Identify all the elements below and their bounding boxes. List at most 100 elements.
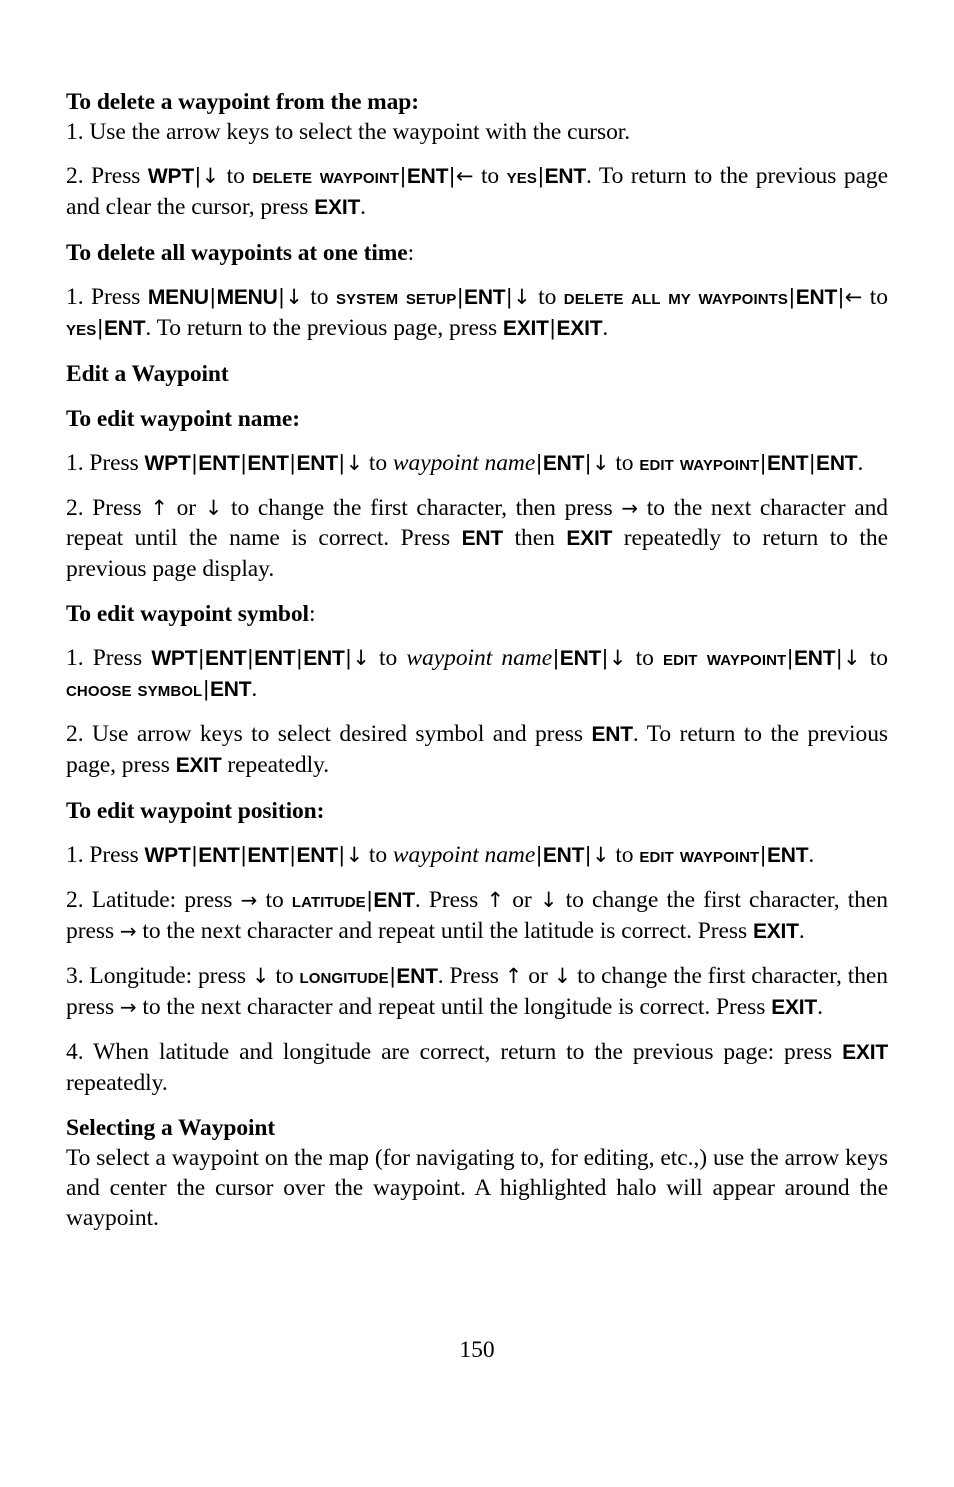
text-run: to: [473, 163, 507, 189]
arrow-up-icon: ↑: [504, 964, 523, 988]
separator-icon: |: [449, 163, 455, 188]
key-exit: EXIT: [771, 996, 818, 1019]
key-wpt: WPT: [144, 452, 191, 475]
key-ent: ENT: [464, 286, 506, 309]
key-ent: ENT: [542, 452, 585, 475]
separator-icon: |: [537, 163, 544, 188]
separator-icon: |: [760, 842, 766, 867]
text-run: to: [363, 842, 393, 868]
heading-edit-waypoint-name: To edit waypoint name:: [66, 406, 300, 432]
paragraph-edit-symbol-step2: 2. Use arrow keys to select desired symb…: [66, 719, 888, 781]
paragraph-delete-from-map-step1: 1. Use the arrow keys to select the wayp…: [66, 119, 631, 145]
text-run: . Press: [437, 963, 505, 989]
menu-edit-waypoint: Edit Waypoint: [662, 647, 787, 670]
text-run: 2. Use arrow keys to select desired symb…: [66, 721, 592, 747]
arrow-down-icon: ↓: [539, 888, 558, 912]
key-wpt: WPT: [147, 165, 194, 188]
text-run: to: [257, 887, 292, 913]
key-ent: ENT: [205, 647, 247, 670]
separator-icon: |: [338, 842, 345, 867]
heading-text: To delete all waypoints at one time: [66, 240, 408, 266]
text-run: 3. Longitude: press: [66, 963, 252, 989]
paragraph-edit-name-step2: 2. Press ↑ or ↓ to change the first char…: [66, 493, 888, 584]
separator-icon: |: [553, 645, 559, 670]
separator-icon: |: [760, 450, 766, 475]
text-run: . Press: [414, 887, 487, 913]
paragraph-edit-position-step2: 2. Latitude: press → to Latitude|ENT. Pr…: [66, 885, 888, 947]
text-run: to: [219, 163, 253, 189]
paragraph-edit-symbol-step1: 1. Press WPT|ENT|ENT|ENT|↓ to waypoint n…: [66, 643, 888, 705]
key-ent: ENT: [396, 965, 438, 988]
key-ent: ENT: [209, 678, 252, 701]
separator-icon: |: [585, 842, 591, 867]
arrow-down-icon: ↓: [251, 964, 270, 988]
text-run: repeatedly.: [221, 752, 330, 778]
arrow-down-icon: ↓: [608, 646, 627, 670]
menu-latitude: Latitude: [291, 889, 366, 912]
variable-waypoint-name: waypoint name: [392, 842, 536, 868]
menu-yes: Yes: [66, 317, 97, 340]
text-run: to: [302, 284, 336, 310]
text-run: to: [269, 963, 300, 989]
paragraph-edit-position-step3: 3. Longitude: press ↓ to Longitude|ENT. …: [66, 961, 888, 1023]
text-run: .: [798, 918, 805, 944]
arrow-down-icon: ↓: [352, 646, 370, 670]
text-run: .: [251, 676, 258, 702]
text-run: .: [602, 315, 609, 341]
key-ent: ENT: [542, 844, 585, 867]
text-run: . To return to the previous page, press: [145, 315, 503, 341]
page-number: 150: [459, 1337, 495, 1363]
key-exit: EXIT: [842, 1041, 888, 1064]
text-run: 2. Latitude: press: [66, 887, 241, 913]
text-run: to: [369, 645, 407, 671]
heading-edit-a-waypoint: Edit a Waypoint: [66, 361, 229, 387]
text-run: repeatedly.: [66, 1070, 168, 1096]
paragraph-edit-position-step4: 4. When latitude and longitude are corre…: [66, 1037, 888, 1098]
key-ent: ENT: [793, 647, 836, 670]
key-ent: ENT: [373, 889, 415, 912]
menu-delete-all-my-waypoints: Delete All My Waypoints: [563, 286, 789, 309]
key-ent: ENT: [816, 452, 858, 475]
separator-icon: |: [457, 284, 464, 309]
key-exit: EXIT: [502, 317, 549, 340]
text-run: to: [530, 284, 564, 310]
separator-icon: |: [787, 645, 793, 670]
separator-icon: |: [247, 645, 254, 670]
arrow-down-icon: ↓: [201, 164, 220, 188]
paragraph-edit-name-step1: 1. Press WPT|ENT|ENT|ENT|↓ to waypoint n…: [66, 448, 888, 479]
key-wpt: WPT: [151, 647, 198, 670]
heading-edit-waypoint-position: To edit waypoint position:: [66, 798, 325, 824]
heading-delete-all-waypoints: To delete all waypoints at one time:: [66, 239, 888, 268]
text-run: .: [857, 450, 864, 476]
arrow-left-icon: ←: [455, 164, 474, 188]
arrow-right-icon: →: [621, 496, 639, 520]
text-run: to the next character and repeat until t…: [136, 994, 772, 1020]
text-run: to: [862, 284, 888, 310]
page-content: To delete a waypoint from the map: 1. Us…: [66, 88, 888, 1233]
separator-icon: |: [338, 450, 345, 475]
text-run: 2. Press: [66, 495, 151, 521]
heading-edit-waypoint-symbol: To edit waypoint symbol:: [66, 600, 888, 629]
key-exit: EXIT: [175, 754, 222, 777]
arrow-down-icon: ↓: [591, 843, 610, 867]
text-run: then: [502, 525, 567, 551]
key-exit: EXIT: [566, 527, 613, 550]
separator-icon: |: [789, 284, 795, 309]
text-run: to: [363, 450, 393, 476]
arrow-down-icon: ↓: [285, 285, 303, 309]
text-run: 2. Press: [66, 163, 148, 189]
paragraph-delete-all-step1: 1. Press MENU|MENU|↓ to System Setup|ENT…: [66, 282, 888, 344]
separator-icon: |: [506, 284, 513, 309]
text-run: .: [817, 994, 823, 1020]
key-exit: EXIT: [556, 317, 603, 340]
key-ent: ENT: [461, 527, 504, 550]
menu-edit-waypoint: Edit Waypoint: [639, 452, 760, 475]
key-ent: ENT: [766, 452, 809, 475]
text-run: to: [860, 645, 888, 671]
key-ent: ENT: [104, 317, 146, 340]
text-run: to: [609, 842, 640, 868]
key-ent: ENT: [198, 844, 240, 867]
paragraph-selecting-body: To select a waypoint on the map (for nav…: [66, 1145, 888, 1231]
key-ent: ENT: [296, 452, 338, 475]
text-run: 1. Press: [66, 284, 148, 310]
